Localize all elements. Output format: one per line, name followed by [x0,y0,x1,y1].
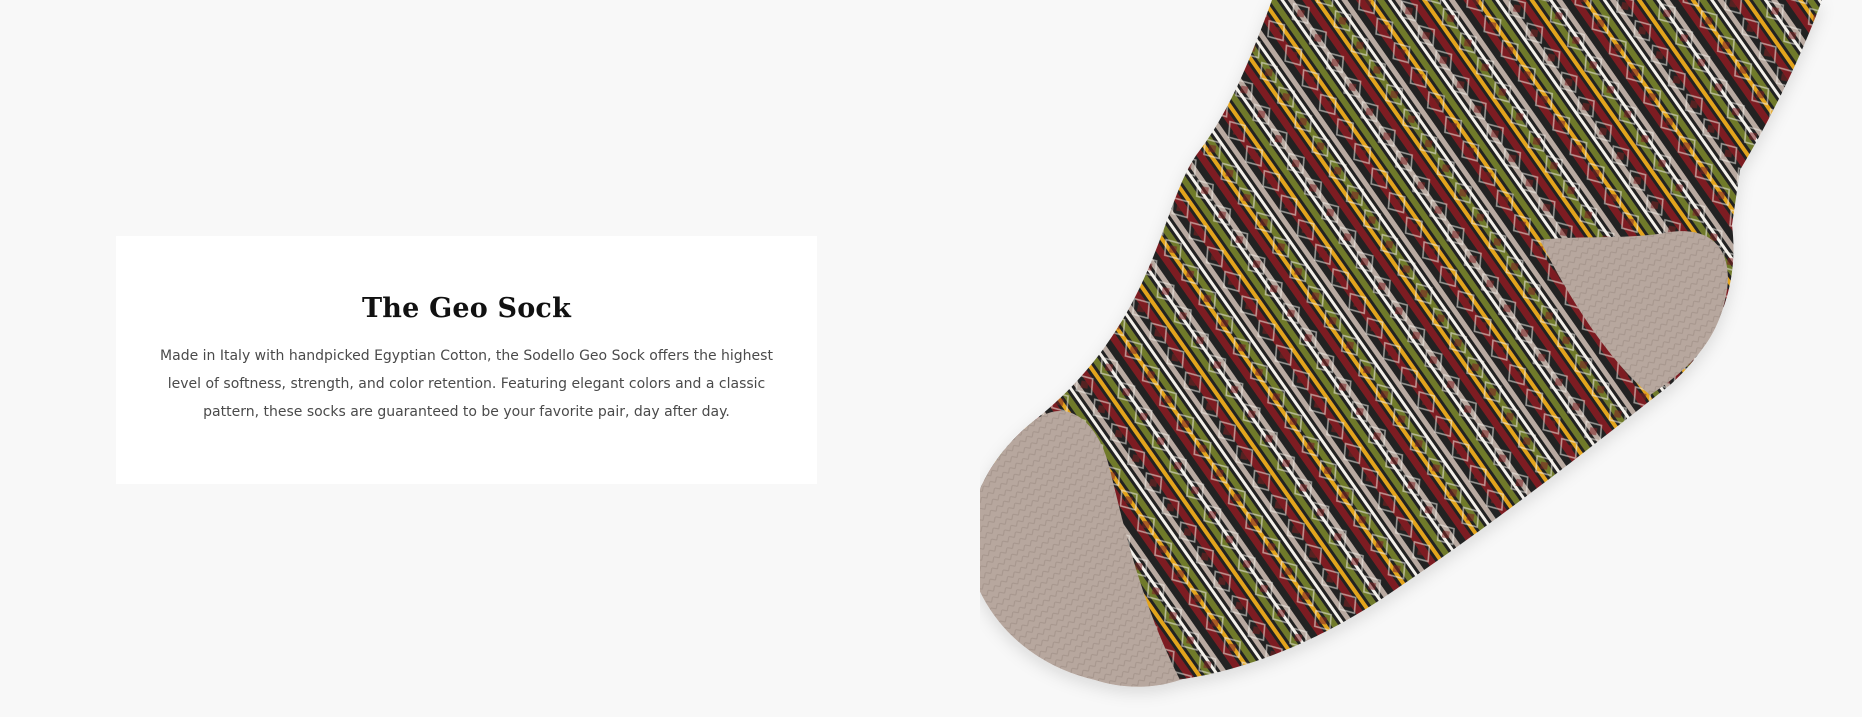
product-info-card: The Geo Sock Made in Italy with handpick… [116,236,817,484]
product-feature-section: The Geo Sock Made in Italy with handpick… [0,0,1862,717]
product-description: Made in Italy with handpicked Egyptian C… [160,348,773,420]
product-title: The Geo Sock [361,293,571,324]
sock-product-image [980,0,1822,687]
sock-shape [980,0,1822,687]
